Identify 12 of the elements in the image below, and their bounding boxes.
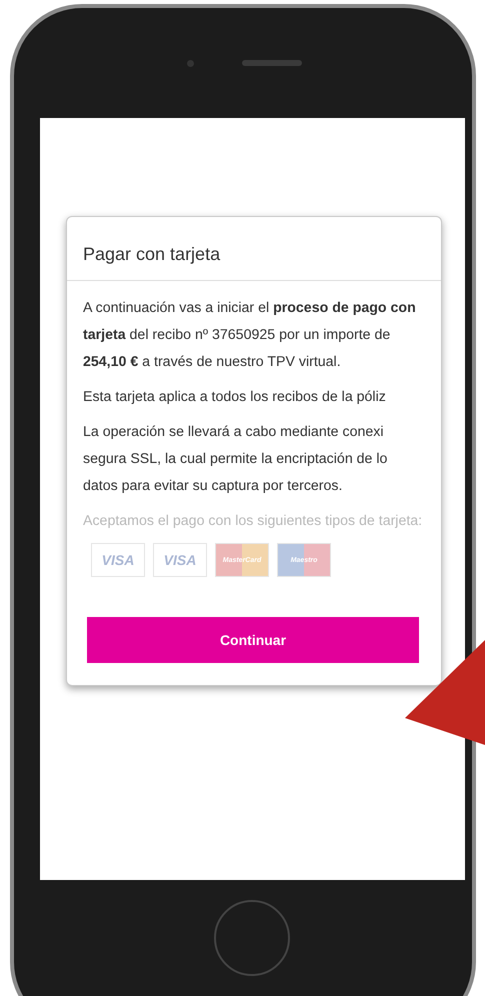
continue-button[interactable]: Continuar bbox=[87, 617, 419, 663]
security-text-line: La operación se llevará a cabo mediante conexi bbox=[83, 423, 384, 442]
intro-paragraph: A continuación vas a iniciar el proceso de pago con tarjeta del recibo nº 37650925 por un importe de 254,10 € a través de nuestro TPV virtual. bbox=[83, 299, 417, 372]
speaker-icon bbox=[242, 60, 302, 66]
security-text-line: segura SSL, la cual permite la encriptación de lo bbox=[83, 450, 388, 469]
home-button[interactable] bbox=[214, 900, 290, 976]
accepted-cards-label: Aceptamos el pago con los siguientes tipos de tarjeta: bbox=[83, 512, 424, 531]
dialog-title: Pagar con tarjeta bbox=[67, 217, 441, 281]
visa-logo: VISA bbox=[153, 543, 207, 577]
security-text-line: datos para evitar su captura por terceros. bbox=[83, 477, 344, 496]
policy-note: Esta tarjeta aplica a todos los recibos de la póliz bbox=[83, 388, 387, 407]
visa-logo: VISA bbox=[91, 543, 145, 577]
